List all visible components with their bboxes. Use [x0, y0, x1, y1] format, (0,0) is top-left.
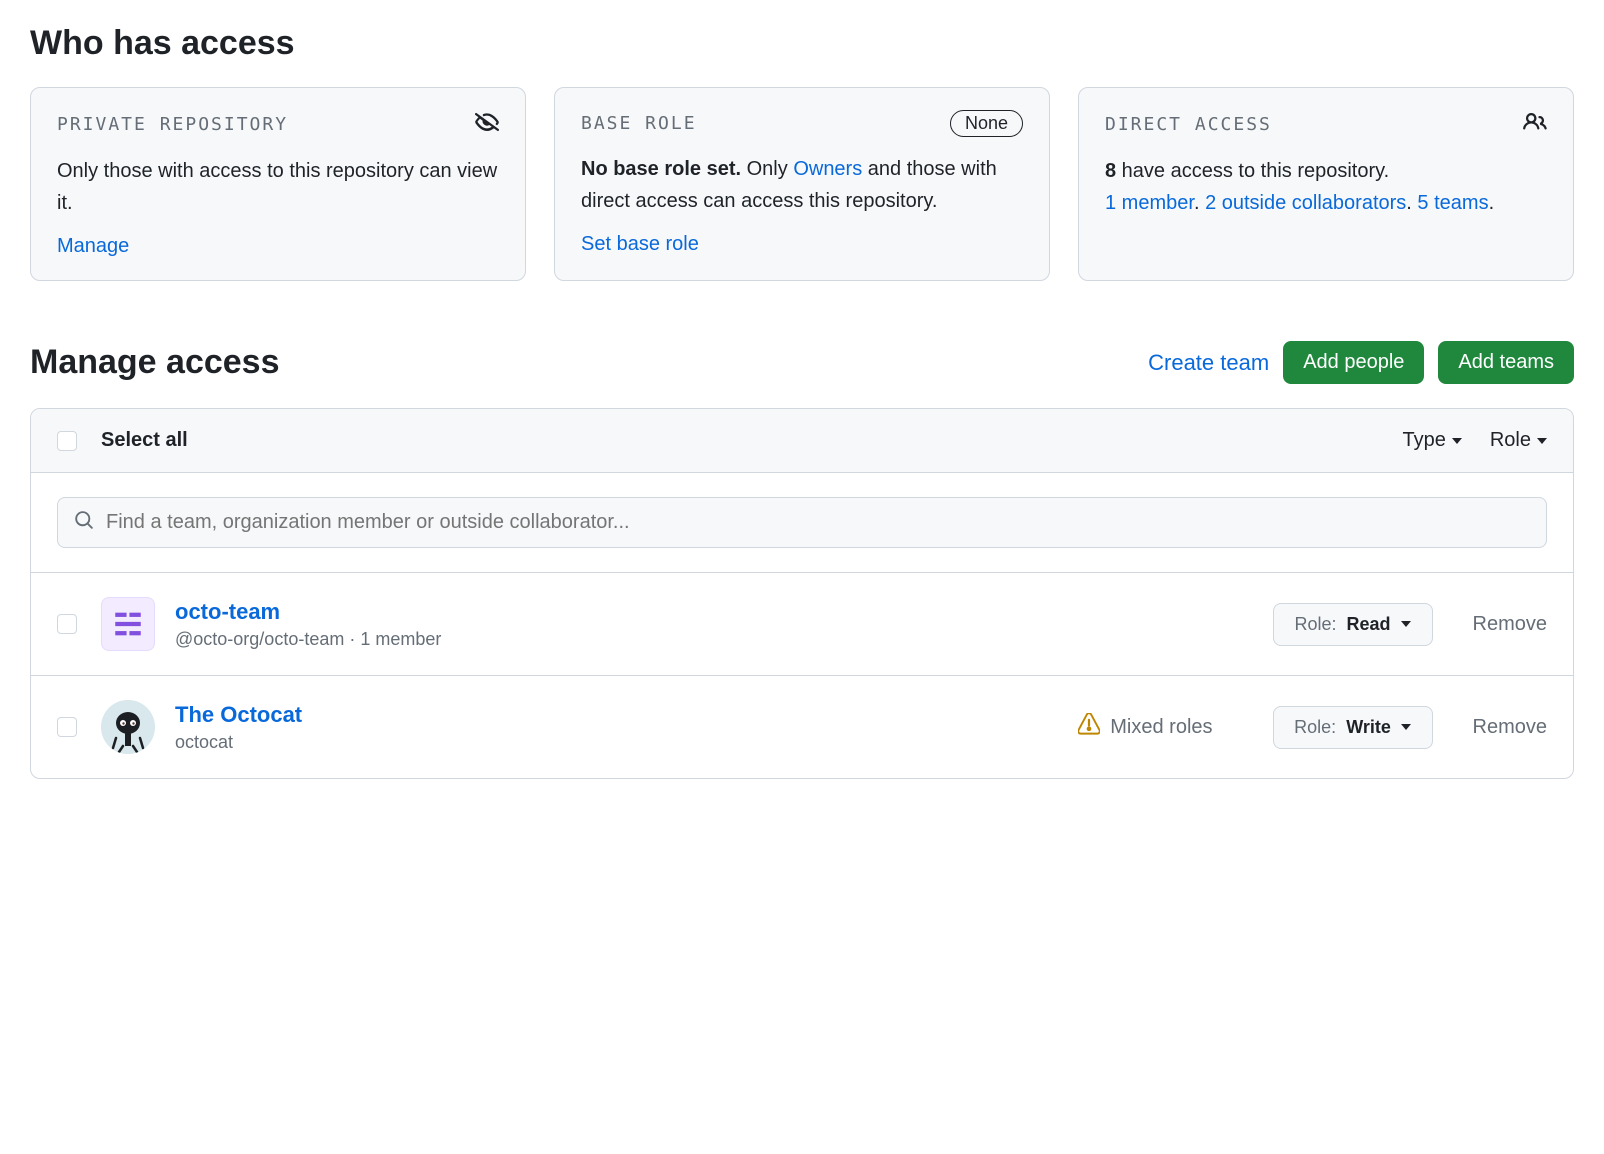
create-team-link[interactable]: Create team [1148, 350, 1269, 376]
user-avatar [101, 700, 155, 754]
row-name-link[interactable]: octo-team [175, 599, 1273, 625]
collaborators-link[interactable]: 2 outside collaborators [1205, 192, 1406, 214]
table-row: octo-team @octo-org/octo-team · 1 member… [31, 573, 1573, 676]
private-repo-body: Only those with access to this repositor… [57, 155, 499, 219]
access-table: Select all Type Role octo-team @ [30, 408, 1574, 779]
set-base-role-link[interactable]: Set base role [581, 233, 699, 255]
direct-access-count: 8 [1105, 160, 1116, 182]
select-all-checkbox[interactable] [57, 431, 77, 451]
row-checkbox[interactable] [57, 717, 77, 737]
row-subtitle: octocat [175, 732, 1078, 753]
search-box[interactable] [57, 497, 1547, 548]
row-checkbox[interactable] [57, 614, 77, 634]
direct-access-title: DIRECT ACCESS [1105, 114, 1272, 135]
people-icon [1523, 110, 1547, 139]
direct-access-body: 8 have access to this repository. 1 memb… [1105, 155, 1547, 219]
mixed-roles-indicator: Mixed roles [1078, 713, 1212, 741]
caret-down-icon [1401, 621, 1411, 627]
alert-icon [1078, 713, 1100, 741]
type-filter[interactable]: Type [1403, 429, 1462, 452]
caret-down-icon [1537, 438, 1547, 444]
caret-down-icon [1452, 438, 1462, 444]
base-role-title: BASE ROLE [581, 113, 697, 134]
search-icon [74, 510, 106, 535]
row-name-link[interactable]: The Octocat [175, 702, 1078, 728]
direct-access-card: DIRECT ACCESS 8 have access to this repo… [1078, 87, 1574, 281]
remove-button[interactable]: Remove [1473, 716, 1547, 739]
table-header: Select all Type Role [31, 409, 1573, 473]
row-subtitle: @octo-org/octo-team · 1 member [175, 629, 1273, 650]
access-cards: PRIVATE REPOSITORY Only those with acces… [30, 87, 1574, 281]
search-input[interactable] [106, 511, 1530, 534]
table-row: The Octocat octocat Mixed roles Role: Wr… [31, 676, 1573, 778]
add-people-button[interactable]: Add people [1283, 341, 1424, 384]
caret-down-icon [1401, 724, 1411, 730]
members-link[interactable]: 1 member [1105, 192, 1194, 214]
manage-access-title: Manage access [30, 343, 280, 382]
manage-link[interactable]: Manage [57, 235, 129, 257]
private-repo-title: PRIVATE REPOSITORY [57, 114, 288, 135]
direct-access-count-text: have access to this repository. [1116, 160, 1389, 182]
who-has-access-title: Who has access [30, 24, 1574, 63]
private-repo-card: PRIVATE REPOSITORY Only those with acces… [30, 87, 526, 281]
teams-link[interactable]: 5 teams [1417, 192, 1488, 214]
base-role-badge: None [950, 110, 1023, 137]
base-role-bold: No base role set. [581, 158, 741, 180]
base-role-card: BASE ROLE None No base role set. Only Ow… [554, 87, 1050, 281]
role-filter[interactable]: Role [1490, 429, 1547, 452]
owners-link[interactable]: Owners [793, 158, 862, 180]
base-role-body: No base role set. Only Owners and those … [581, 153, 1023, 217]
role-dropdown[interactable]: Role: Write [1273, 706, 1433, 749]
remove-button[interactable]: Remove [1473, 613, 1547, 636]
mixed-roles-label: Mixed roles [1110, 716, 1212, 739]
add-teams-button[interactable]: Add teams [1438, 341, 1574, 384]
select-all-label: Select all [101, 429, 188, 452]
eye-closed-icon [475, 110, 499, 139]
base-role-pre: Only [747, 158, 794, 180]
team-avatar [101, 597, 155, 651]
role-dropdown[interactable]: Role: Read [1273, 603, 1433, 646]
